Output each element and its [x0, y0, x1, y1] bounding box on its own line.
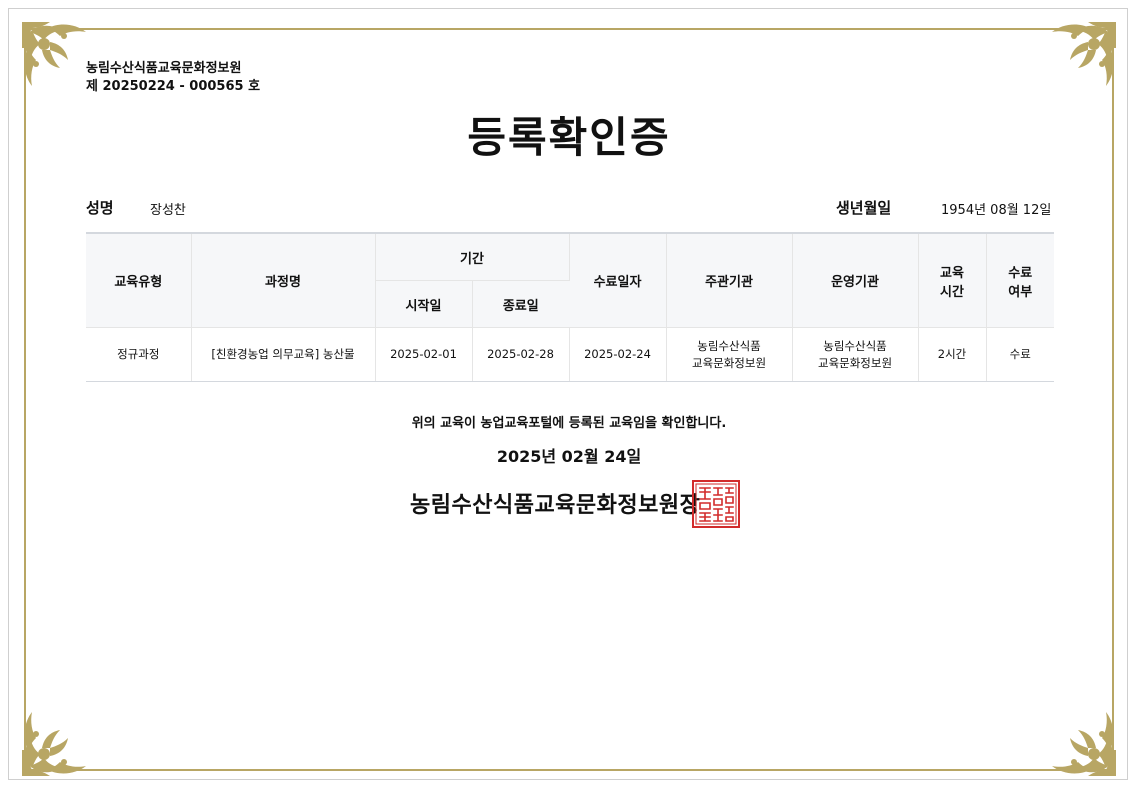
cell-host-line1: 농림수산식품: [697, 338, 761, 353]
header-course: 과정명: [191, 232, 376, 328]
table-row: 정규과정 [친환경농업 의무교육] 농산물 2025-02-01 2025-02…: [86, 327, 1055, 382]
cell-course: [친환경농업 의무교육] 농산물: [191, 327, 376, 382]
header-period: 기간: [375, 232, 570, 281]
issuer-org: 농림수산식품교육문화정보원: [86, 61, 242, 76]
confirmation-statement: 위의 교육이 농업교육포털에 등록된 교육임을 확인합니다.: [411, 416, 727, 431]
header-status-line1: 수료: [1008, 265, 1033, 281]
header-type: 교육유형: [86, 232, 192, 328]
cell-start: 2025-02-01: [375, 327, 473, 382]
official-seal-icon: [691, 479, 741, 529]
corner-ornament-bottom-left: [20, 698, 100, 778]
header-host: 주관기관: [666, 232, 793, 328]
issue-date: 2025년 02월 24일: [496, 447, 642, 466]
header-operator: 운영기관: [792, 232, 919, 328]
cell-completion-date: 2025-02-24: [569, 327, 667, 382]
corner-ornament-top-right: [1038, 20, 1118, 100]
cell-end: 2025-02-28: [472, 327, 570, 382]
cell-operator-line1: 농림수산식품: [823, 338, 887, 353]
cell-hours: 2시간: [918, 327, 987, 382]
header-completion-date: 수료일자: [569, 232, 667, 328]
cell-operator: 농림수산식품 교육문화정보원: [792, 327, 919, 382]
certificate-number: 제 20250224 - 000565 호: [86, 79, 261, 94]
header-status: 수료 여부: [986, 232, 1055, 328]
issuer-header: 농림수산식품교육문화정보원 제 20250224 - 000565 호: [86, 60, 260, 96]
name-label: 성명: [86, 199, 114, 217]
header-start: 시작일: [375, 280, 473, 328]
cell-type: 정규과정: [86, 327, 192, 382]
name-value: 장성찬: [150, 203, 186, 218]
header-end: 종료일: [472, 280, 570, 328]
course-table: 교육유형 과정명 기간 수료일자 주관기관 운영기관 교육 시간 수료 여부 시…: [86, 232, 1055, 382]
header-status-line2: 여부: [1008, 284, 1033, 300]
issuer-signature-name: 농림수산식품교육문화정보원장: [410, 493, 701, 518]
corner-ornament-bottom-right: [1038, 698, 1118, 778]
header-hours-line1: 교육: [940, 265, 964, 281]
table-header-row: 교육유형 과정명 기간 수료일자 주관기관 운영기관 교육 시간 수료 여부: [86, 232, 1055, 328]
cell-status: 수료: [986, 327, 1055, 382]
birth-value: 1954년 08월 12일: [941, 203, 1052, 218]
cell-host-line2: 교육문화정보원: [691, 355, 767, 370]
certificate-title: 등록확인증: [467, 113, 671, 162]
cell-operator-line2: 교육문화정보원: [817, 355, 893, 370]
header-hours-line2: 시간: [940, 284, 964, 300]
birth-label: 생년월일: [836, 199, 892, 217]
header-hours: 교육 시간: [918, 232, 987, 328]
cell-host: 농림수산식품 교육문화정보원: [666, 327, 793, 382]
